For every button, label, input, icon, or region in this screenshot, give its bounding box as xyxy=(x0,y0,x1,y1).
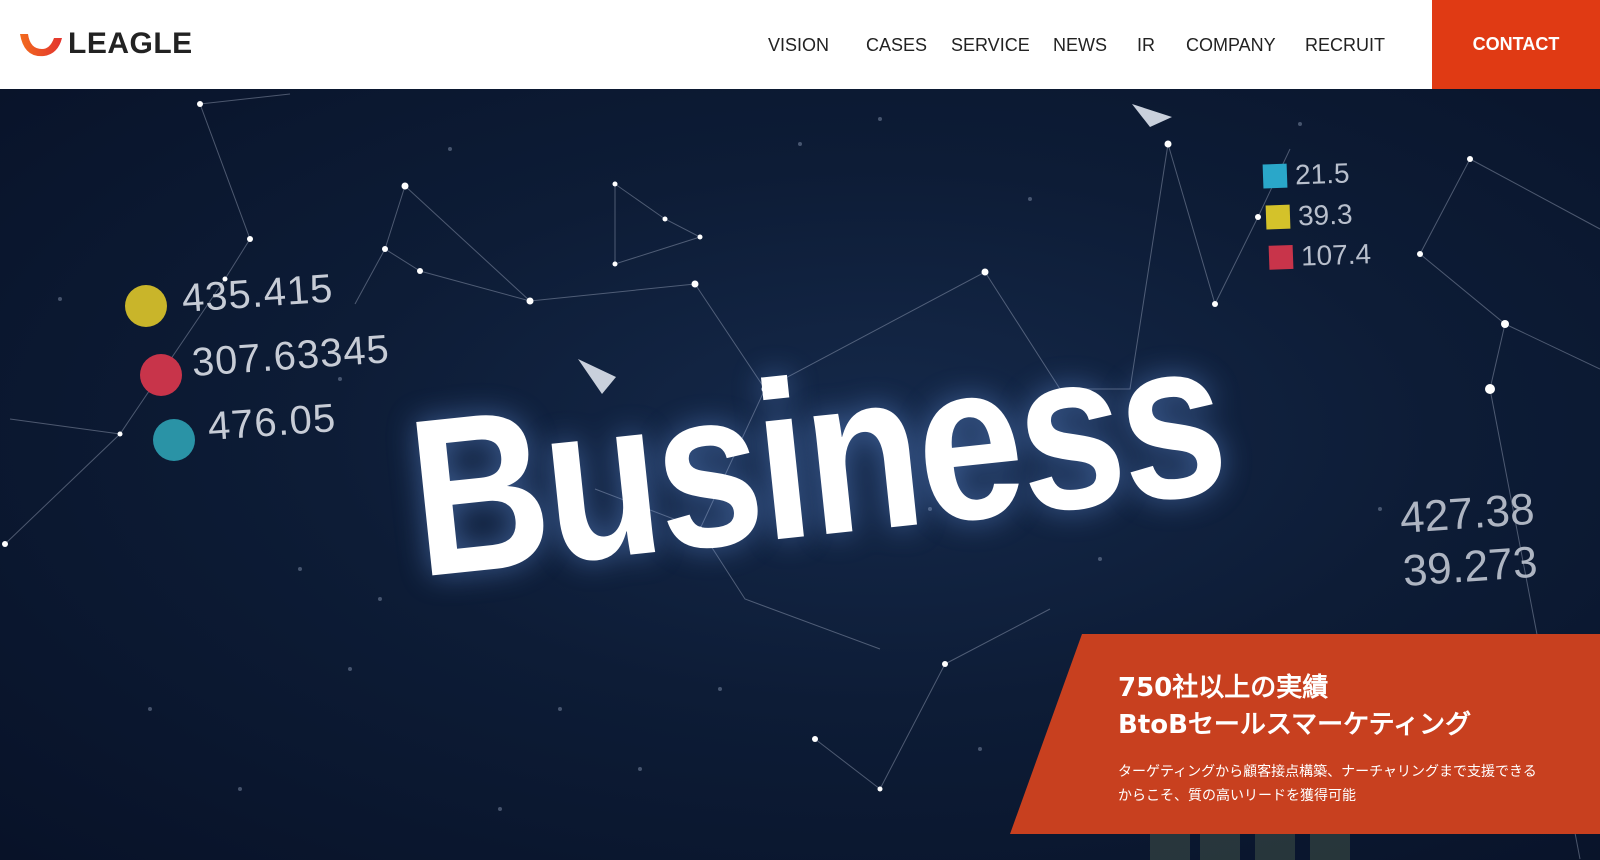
logo-text: LEAGLE xyxy=(68,27,193,60)
legend-value-2: 39.3 xyxy=(1297,198,1353,232)
legend-value-1: 21.5 xyxy=(1294,157,1350,191)
promo-title-line-2: BtoBセールスマーケティング xyxy=(1118,710,1472,740)
legend-item-3: 107.4 xyxy=(1268,238,1372,274)
nav-item-vision[interactable]: VISION xyxy=(768,34,829,56)
stat-dot-red xyxy=(140,354,182,396)
promo-description: ターゲティングから顧客接点構築、ナーチャリングまで支援できる からこそ、質の高い… xyxy=(1118,760,1588,808)
nav-item-company[interactable]: COMPANY xyxy=(1186,34,1276,56)
stat-value-3: 476.05 xyxy=(206,396,338,449)
stat-dot-teal xyxy=(153,419,195,461)
right-number-1: 427.38 xyxy=(1398,484,1536,543)
promo-body-line-2: からこそ、質の高いリードを獲得可能 xyxy=(1118,788,1356,804)
logo[interactable]: LEAGLE xyxy=(18,28,193,60)
nav-item-recruit[interactable]: RECRUIT xyxy=(1305,34,1385,56)
nav-item-service[interactable]: SERVICE xyxy=(951,34,1030,56)
promo-title-line-1: 750社以上の実績 xyxy=(1118,673,1329,703)
promo-title: 750社以上の実績 BtoBセールスマーケティング xyxy=(1118,670,1471,744)
legend-swatch-red xyxy=(1268,244,1294,270)
nav-item-ir[interactable]: IR xyxy=(1137,34,1155,56)
stat-dot-yellow xyxy=(125,285,167,327)
legend-item-2: 39.3 xyxy=(1265,199,1353,234)
legend-swatch-blue xyxy=(1262,163,1288,189)
legend-value-3: 107.4 xyxy=(1300,238,1372,272)
promo-body-line-1: ターゲティングから顧客接点構築、ナーチャリングまで支援できる xyxy=(1118,764,1537,780)
legend-swatch-yellow xyxy=(1265,204,1291,230)
nav-item-cases[interactable]: CASES xyxy=(866,34,927,56)
contact-button[interactable]: CONTACT xyxy=(1432,0,1600,89)
site-header: LEAGLE VISION CASES SERVICE NEWS IR COMP… xyxy=(0,0,1600,89)
legend-item-1: 21.5 xyxy=(1262,158,1350,193)
logo-mark-icon xyxy=(20,34,62,57)
right-number-2: 39.273 xyxy=(1401,537,1539,596)
nav-item-news[interactable]: NEWS xyxy=(1053,34,1107,56)
